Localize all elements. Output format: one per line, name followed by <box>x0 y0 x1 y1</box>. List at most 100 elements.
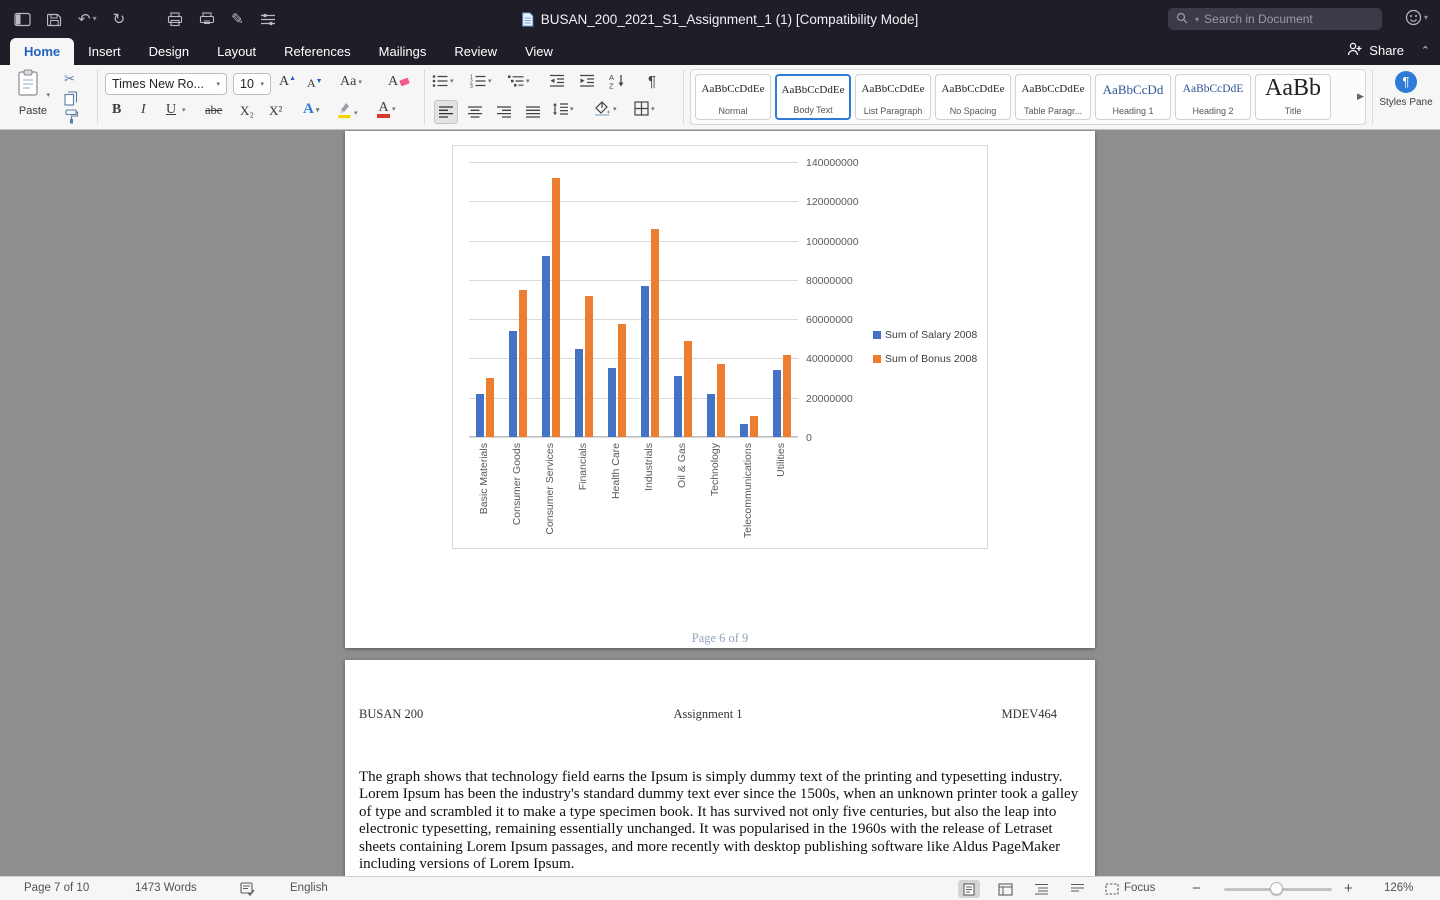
text-effects-button[interactable]: A▾ <box>303 101 319 118</box>
styles-gallery-more-icon[interactable]: ▶ <box>1357 91 1364 102</box>
word-count[interactable]: 1473 Words <box>135 882 197 894</box>
line-spacing-button[interactable]: ▾ <box>552 102 574 116</box>
chart-bar-salary[interactable] <box>509 331 517 437</box>
chart-bar-salary[interactable] <box>740 424 748 437</box>
quick-print-icon[interactable] <box>199 12 215 27</box>
print-layout-view-icon[interactable] <box>958 880 980 898</box>
embedded-chart[interactable]: 1400000001200000001000000008000000060000… <box>452 145 988 549</box>
redo-icon[interactable]: ↻ <box>113 12 126 27</box>
undo-caret-icon[interactable]: ▾ <box>93 15 97 23</box>
language-indicator[interactable]: English <box>290 882 328 894</box>
tab-view[interactable]: View <box>511 38 567 65</box>
subscript-button[interactable]: X₂ <box>240 103 254 119</box>
tab-mailings[interactable]: Mailings <box>365 38 441 65</box>
feedback-smiley-icon[interactable]: ▾ <box>1405 9 1428 26</box>
zoom-slider-knob[interactable] <box>1270 882 1283 895</box>
web-layout-view-icon[interactable] <box>994 880 1016 898</box>
borders-button[interactable]: ▾ <box>634 101 655 116</box>
page-7[interactable]: BUSAN 200 Assignment 1 MDEV464 The graph… <box>345 660 1095 876</box>
multilevel-list-button[interactable]: ▾ <box>508 74 530 88</box>
sidebar-toggle-icon[interactable] <box>14 12 31 27</box>
collapse-ribbon-icon[interactable]: ⌃ <box>1421 44 1430 57</box>
font-size-select[interactable]: 10▾ <box>233 73 271 95</box>
tab-design[interactable]: Design <box>135 38 203 65</box>
copy-icon[interactable] <box>64 91 78 106</box>
style-heading-2[interactable]: AaBbCcDdEHeading 2 <box>1175 74 1251 120</box>
search-scope-caret-icon[interactable]: ▾ <box>1195 15 1199 24</box>
legend-item[interactable]: Sum of Salary 2008 <box>873 329 977 341</box>
style-no-spacing[interactable]: AaBbCcDdEeNo Spacing <box>935 74 1011 120</box>
superscript-button[interactable]: X² <box>269 103 282 119</box>
view-options-icon[interactable] <box>260 13 276 26</box>
chart-bar-bonus[interactable] <box>684 341 692 437</box>
sort-button[interactable]: AZ <box>609 73 627 89</box>
chart-bar-salary[interactable] <box>608 368 616 437</box>
clear-formatting-button[interactable]: A <box>388 74 409 90</box>
focus-icon[interactable] <box>1103 881 1121 897</box>
highlight-button[interactable]: ▾ <box>337 101 358 124</box>
tab-review[interactable]: Review <box>440 38 511 65</box>
search-input[interactable]: ▾ Search in Document <box>1168 8 1382 30</box>
style-heading-1[interactable]: AaBbCcDdHeading 1 <box>1095 74 1171 120</box>
chart-bar-bonus[interactable] <box>486 378 494 437</box>
body-paragraph[interactable]: The graph shows that technology field ea… <box>359 769 1081 873</box>
styles-pane-button[interactable]: ¶ Styles Pane <box>1379 71 1433 108</box>
decrease-indent-button[interactable] <box>549 74 565 88</box>
style-list-paragraph[interactable]: AaBbCcDdEeList Paragraph <box>855 74 931 120</box>
legend-item[interactable]: Sum of Bonus 2008 <box>873 353 977 365</box>
bullets-button[interactable]: ▾ <box>432 74 454 88</box>
increase-indent-button[interactable] <box>579 74 595 88</box>
chart-bar-bonus[interactable] <box>618 324 626 437</box>
focus-label[interactable]: Focus <box>1124 882 1155 894</box>
tab-insert[interactable]: Insert <box>74 38 135 65</box>
underline-caret-icon[interactable]: ▾ <box>180 106 186 114</box>
draft-view-icon[interactable] <box>1066 880 1088 898</box>
save-icon[interactable] <box>47 12 62 27</box>
outline-view-icon[interactable] <box>1030 880 1052 898</box>
shading-button[interactable]: ▾ <box>594 101 617 116</box>
grow-font-button[interactable]: A▲ <box>279 74 296 90</box>
paste-caret-icon[interactable]: ▾ <box>46 92 50 99</box>
strikethrough-button[interactable]: abe <box>205 103 222 118</box>
zoom-out-button[interactable]: − <box>1192 880 1201 897</box>
chart-bar-salary[interactable] <box>707 394 715 437</box>
chart-bar-bonus[interactable] <box>750 416 758 437</box>
chart-bar-salary[interactable] <box>674 376 682 437</box>
chart-bar-salary[interactable] <box>542 256 550 437</box>
page-6[interactable]: 1400000001200000001000000008000000060000… <box>345 131 1095 648</box>
chart-bar-salary[interactable] <box>476 394 484 437</box>
tab-references[interactable]: References <box>270 38 364 65</box>
pilcrow-button[interactable]: ¶ <box>648 73 656 90</box>
document-canvas[interactable]: 1400000001200000001000000008000000060000… <box>0 131 1440 876</box>
undo-icon[interactable]: ↶▾ <box>78 12 97 27</box>
align-center-button[interactable] <box>463 100 487 124</box>
change-case-button[interactable]: Aa▾ <box>340 74 362 90</box>
align-right-button[interactable] <box>492 100 516 124</box>
italic-button[interactable]: I <box>141 102 146 118</box>
paste-button[interactable]: ▾ Paste <box>10 69 56 117</box>
style-table-paragr-[interactable]: AaBbCcDdEeTable Paragr... <box>1015 74 1091 120</box>
draw-icon[interactable]: ✎ <box>231 12 244 27</box>
style-normal[interactable]: AaBbCcDdEeNormal <box>695 74 771 120</box>
print-icon[interactable] <box>167 12 183 27</box>
spellcheck-icon[interactable] <box>238 881 256 897</box>
cut-icon[interactable]: ✂ <box>64 71 75 87</box>
chart-bar-bonus[interactable] <box>519 290 527 437</box>
chart-bar-salary[interactable] <box>641 286 649 437</box>
justify-button[interactable] <box>521 100 545 124</box>
font-color-button[interactable]: A ▾ <box>377 101 396 118</box>
chart-bar-bonus[interactable] <box>717 364 725 437</box>
tab-layout[interactable]: Layout <box>203 38 270 65</box>
zoom-percent[interactable]: 126% <box>1384 882 1413 894</box>
style-body-text[interactable]: AaBbCcDdEeBody Text <box>775 74 851 120</box>
bold-button[interactable]: B <box>112 102 121 118</box>
chart-bar-bonus[interactable] <box>552 178 560 437</box>
numbering-button[interactable]: 123▾ <box>470 74 492 88</box>
share-button[interactable]: Share <box>1347 42 1404 59</box>
zoom-in-button[interactable]: + <box>1344 880 1353 897</box>
style-title[interactable]: AaBbTitle <box>1255 74 1331 120</box>
font-name-select[interactable]: Times New Ro...▾ <box>105 73 227 95</box>
shrink-font-button[interactable]: A▼ <box>307 76 323 91</box>
chart-bar-salary[interactable] <box>773 370 781 437</box>
align-left-button[interactable] <box>434 100 458 124</box>
